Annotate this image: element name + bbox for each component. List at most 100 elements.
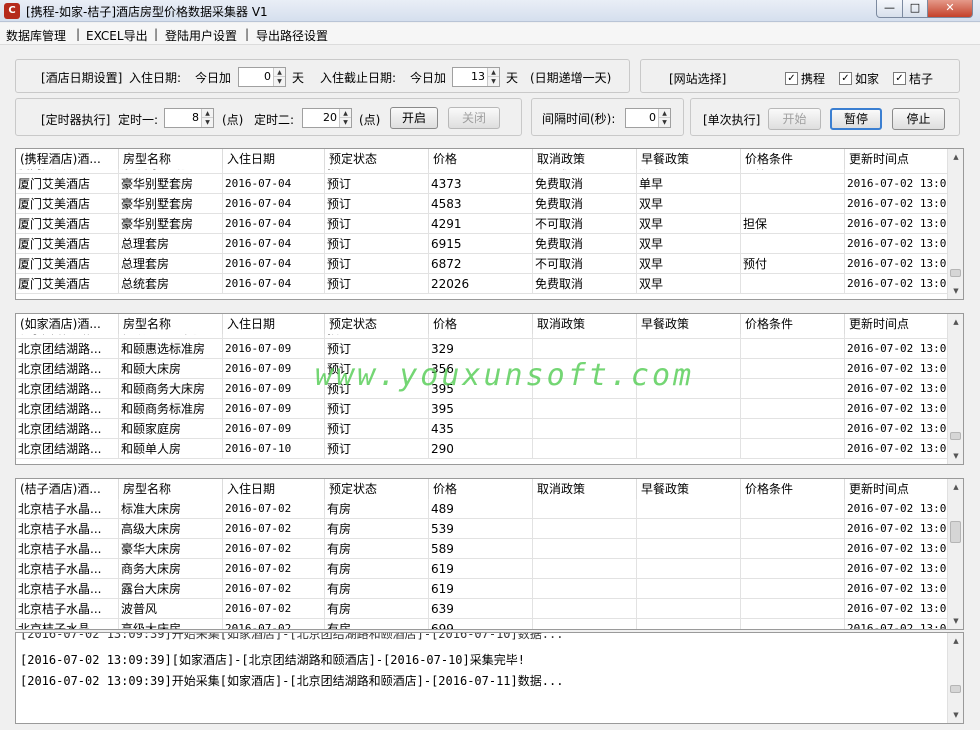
scroll-down-icon[interactable]: ▼	[948, 283, 963, 299]
scroll-up-icon[interactable]: ▲	[948, 633, 963, 649]
single-pause-button[interactable]: 暂停	[830, 108, 882, 130]
homeinns-results-grid[interactable]: (如家酒店)酒... 房型名称 入住日期 预定状态 价格 取消政策 早餐政策 价格条件 更新时间…	[15, 313, 964, 465]
column-header-hotel[interactable]: (携程酒店)酒...	[16, 149, 119, 169]
column-header-breakfast-policy[interactable]: 早餐政策	[637, 149, 741, 169]
scroll-thumb[interactable]	[950, 521, 961, 543]
spinner-down-icon[interactable]: ▼	[659, 118, 670, 127]
menu-export-path[interactable]: 导出路径设置	[256, 27, 328, 44]
table-row[interactable]: 北京团结湖路... 和颐大床房 2016-07-09 预订 356 2016-07-02 …	[16, 359, 948, 379]
menu-login-settings[interactable]: 登陆用户设置	[165, 27, 237, 44]
table-row[interactable]: 厦门艾美酒店 总理套房 2016-07-04 预订 6915 免费取消 双早 2016-07-…	[16, 234, 948, 254]
single-stop-button[interactable]: 停止	[892, 108, 945, 130]
minimize-button[interactable]: —	[876, 0, 903, 18]
scroll-thumb[interactable]	[950, 685, 961, 693]
spinner-down-icon[interactable]: ▼	[202, 118, 213, 127]
scroll-down-icon[interactable]: ▼	[948, 707, 963, 723]
column-header-price[interactable]: 价格	[429, 149, 533, 169]
grid-scrollbar[interactable]: ▲ ▼	[947, 149, 963, 299]
column-header-room-type[interactable]: 房型名称	[119, 479, 223, 499]
column-header-price[interactable]: 价格	[429, 479, 533, 499]
spinner-down-icon[interactable]: ▼	[274, 77, 285, 86]
cell-hotel: 北京桔子水晶...	[16, 619, 119, 629]
table-row[interactable]: 厦门艾美酒店 总理套房 2016-07-04 预订 6872 不可取消 双早 预付 2016-0…	[16, 254, 948, 274]
grid-scrollbar[interactable]: ▲ ▼	[947, 479, 963, 629]
scroll-down-icon[interactable]: ▼	[948, 448, 963, 464]
table-row[interactable]: 厦门艾美酒店 豪华别墅套房 2016-07-04 预订 4373 免费取消 单早 2016-0…	[16, 174, 948, 194]
column-header-booking-status[interactable]: 预定状态	[325, 149, 429, 169]
table-row[interactable]: 北京团结湖路... 和颐商务大床房 2016-07-09 预订 395 2016-07-0…	[16, 379, 948, 399]
spinner-up-icon[interactable]: ▲	[659, 109, 670, 118]
scroll-up-icon[interactable]: ▲	[948, 479, 963, 495]
ctrip-results-grid[interactable]: (携程酒店)酒... 房型名称 入住日期 预定状态 价格 取消政策 早餐政策 价格条件 更新时间…	[15, 148, 964, 300]
spinner-up-icon[interactable]: ▲	[274, 68, 285, 77]
column-header-price-condition[interactable]: 价格条件	[741, 479, 845, 499]
spinner-down-icon[interactable]: ▼	[488, 77, 499, 86]
column-header-breakfast-policy[interactable]: 早餐政策	[637, 314, 741, 334]
checkout-offset-spinner[interactable]: 13 ▲ ▼	[452, 67, 500, 87]
column-header-price-condition[interactable]: 价格条件	[741, 149, 845, 169]
column-header-hotel[interactable]: (桔子酒店)酒...	[16, 479, 119, 499]
column-header-update-time[interactable]: 更新时间点	[845, 314, 948, 334]
table-row[interactable]: 北京桔子水晶... 豪华大床房 2016-07-02 有房 589 2016-07-02 …	[16, 539, 948, 559]
column-header-update-time[interactable]: 更新时间点	[845, 149, 948, 169]
column-header-room-type[interactable]: 房型名称	[119, 314, 223, 334]
log-scrollbar[interactable]: ▲ ▼	[947, 633, 963, 723]
column-header-update-time[interactable]: 更新时间点	[845, 479, 948, 499]
column-header-booking-status[interactable]: 预定状态	[325, 314, 429, 334]
checkbox-homeinns[interactable]: ✓	[839, 72, 852, 85]
column-header-checkin-date[interactable]: 入住日期	[223, 314, 325, 334]
table-row[interactable]: 北京桔子水晶... 高级大床房 2016-07-02 有房 699 2016-07-02 …	[16, 619, 948, 629]
column-header-cancel-policy[interactable]: 取消政策	[533, 479, 637, 499]
spinner-up-icon[interactable]: ▲	[202, 109, 213, 118]
column-header-hotel[interactable]: (如家酒店)酒...	[16, 314, 119, 334]
close-button[interactable]: ✕	[927, 0, 973, 18]
timer-stop-button[interactable]: 关闭	[448, 107, 500, 129]
interval-spinner[interactable]: 0 ▲ ▼	[625, 108, 671, 128]
grid-scrollbar[interactable]: ▲ ▼	[947, 314, 963, 464]
checkin-offset-spinner[interactable]: 0 ▲ ▼	[238, 67, 286, 87]
column-header-breakfast-policy[interactable]: 早餐政策	[637, 479, 741, 499]
table-row[interactable]: 北京桔子水晶... 高级大床房 2016-07-02 有房 539 2016-07-02 …	[16, 519, 948, 539]
log-panel[interactable]: [2016-07-02 13:09:39]开始采集[如家酒店]-[北京团结湖路和…	[15, 632, 964, 724]
spinner-up-icon[interactable]: ▲	[340, 109, 351, 118]
scroll-thumb[interactable]	[950, 432, 961, 440]
cell-booking-status: 有房	[325, 519, 429, 539]
table-row[interactable]: 厦门艾美酒店 总统套房 2016-07-04 预订 22026 免费取消 双早 2016-07…	[16, 274, 948, 294]
cell-breakfast-policy	[637, 599, 741, 619]
single-start-button[interactable]: 开始	[768, 108, 821, 130]
column-header-checkin-date[interactable]: 入住日期	[223, 479, 325, 499]
timer-start-button[interactable]: 开启	[390, 107, 438, 129]
scroll-thumb[interactable]	[950, 269, 961, 277]
timer2-spinner[interactable]: 20 ▲ ▼	[302, 108, 352, 128]
spinner-up-icon[interactable]: ▲	[488, 68, 499, 77]
column-header-cancel-policy[interactable]: 取消政策	[533, 314, 637, 334]
maximize-button[interactable]: □	[902, 0, 928, 18]
checkbox-ctrip[interactable]: ✓	[785, 72, 798, 85]
menu-database[interactable]: 数据库管理	[6, 27, 66, 44]
checkbox-orange[interactable]: ✓	[893, 72, 906, 85]
column-header-price[interactable]: 价格	[429, 314, 533, 334]
scroll-up-icon[interactable]: ▲	[948, 314, 963, 330]
column-header-checkin-date[interactable]: 入住日期	[223, 149, 325, 169]
table-row[interactable]: 北京桔子水晶... 露台大床房 2016-07-02 有房 619 2016-07-02 …	[16, 579, 948, 599]
grid-header: (携程酒店)酒... 房型名称 入住日期 预定状态 价格 取消政策 早餐政策 价格条件 更新时间…	[16, 149, 948, 169]
table-row[interactable]: 北京团结湖路...和颐惠选标准房2016-07-09预订329 2016-07-0…	[16, 339, 948, 359]
column-header-booking-status[interactable]: 预定状态	[325, 479, 429, 499]
column-header-cancel-policy[interactable]: 取消政策	[533, 149, 637, 169]
column-header-price-condition[interactable]: 价格条件	[741, 314, 845, 334]
scroll-down-icon[interactable]: ▼	[948, 613, 963, 629]
spinner-down-icon[interactable]: ▼	[340, 118, 351, 127]
orange-results-grid[interactable]: (桔子酒店)酒... 房型名称 入住日期 预定状态 价格 取消政策 早餐政策 价格条件 更新时间…	[15, 478, 964, 630]
table-row[interactable]: 厦门艾美酒店 豪华别墅套房 2016-07-04 预订 4291 不可取消 双早 担保 2016…	[16, 214, 948, 234]
table-row[interactable]: 北京团结湖路... 和颐商务标准房 2016-07-09 预订 395 2016-07-0…	[16, 399, 948, 419]
menu-excel-export[interactable]: EXCEL导出	[86, 27, 148, 44]
scroll-up-icon[interactable]: ▲	[948, 149, 963, 165]
column-header-room-type[interactable]: 房型名称	[119, 149, 223, 169]
table-row[interactable]: 北京团结湖路... 和颐单人房 2016-07-10 预订 290 2016-07-02 …	[16, 439, 948, 459]
table-row[interactable]: 北京桔子水晶... 标准大床房 2016-07-02 有房 489 2016-07-02 …	[16, 499, 948, 519]
table-row[interactable]: 北京桔子水晶... 商务大床房 2016-07-02 有房 619 2016-07-02 …	[16, 559, 948, 579]
timer1-spinner[interactable]: 8 ▲ ▼	[164, 108, 214, 128]
table-row[interactable]: 北京桔子水晶... 波普风 2016-07-02 有房 639 2016-07-02 13…	[16, 599, 948, 619]
table-row[interactable]: 北京团结湖路... 和颐家庭房 2016-07-09 预订 435 2016-07-02 …	[16, 419, 948, 439]
table-row[interactable]: 厦门艾美酒店 豪华别墅套房 2016-07-04 预订 4583 免费取消 双早 2016-0…	[16, 194, 948, 214]
